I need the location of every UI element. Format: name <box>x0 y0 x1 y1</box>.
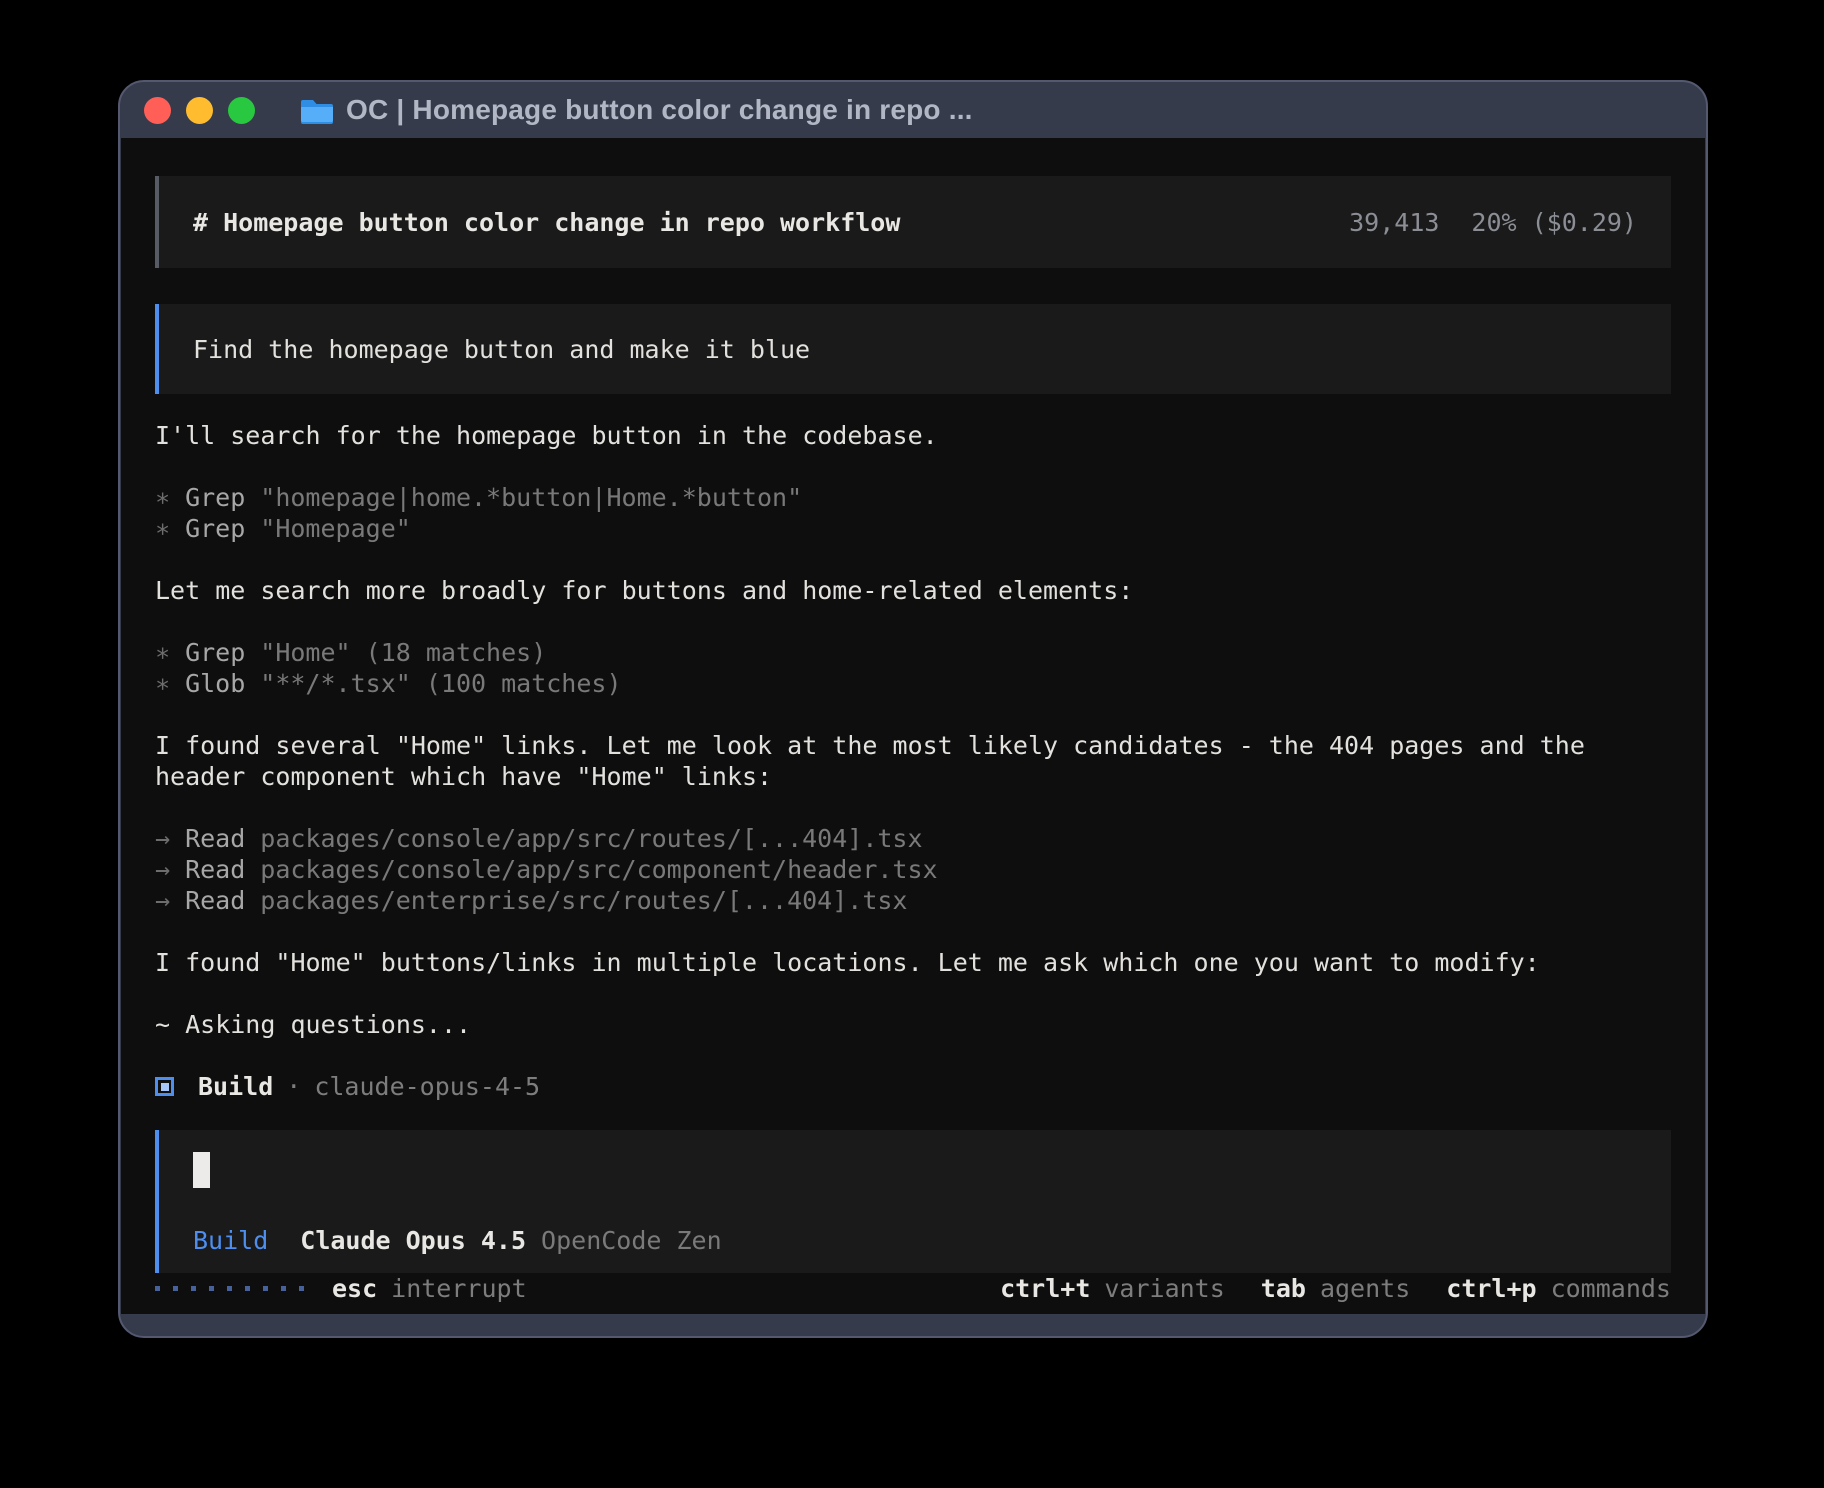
tool-call-read: → Read packages/enterprise/src/routes/[.… <box>155 885 1671 916</box>
assistant-paragraph: I'll search for the homepage button in t… <box>155 420 1671 451</box>
model-provider: OpenCode Zen <box>541 1226 722 1255</box>
token-count: 39,413 <box>1349 208 1439 237</box>
assistant-paragraph: Let me search more broadly for buttons a… <box>155 575 1671 606</box>
zoom-button[interactable] <box>228 97 255 124</box>
input-status-row: Build Claude Opus 4.5 OpenCode Zen <box>193 1226 1637 1255</box>
asterisk-icon: ∗ <box>155 482 170 513</box>
window-bottom-frame <box>120 1314 1706 1336</box>
session-stats: 39,413 20% ($0.29) <box>1349 208 1637 237</box>
asterisk-icon: ∗ <box>155 668 170 699</box>
close-button[interactable] <box>144 97 171 124</box>
hint-interrupt: esc interrupt <box>332 1273 527 1304</box>
prompt-input[interactable]: Build Claude Opus 4.5 OpenCode Zen <box>155 1130 1671 1273</box>
active-model: Claude Opus 4.5 <box>300 1226 526 1255</box>
tool-call-glob: ∗ Glob "**/*.tsx" (100 matches) <box>155 668 1671 699</box>
hint-variants: ctrl+t variants <box>1000 1273 1225 1304</box>
shortcut-bar-left: esc interrupt <box>155 1273 527 1304</box>
model-id: claude-opus-4-5 <box>314 1071 540 1102</box>
active-agent: Build <box>193 1226 268 1255</box>
agent-name: Build <box>198 1071 273 1102</box>
asterisk-icon: ∗ <box>155 637 170 668</box>
assistant-paragraph: I found "Home" buttons/links in multiple… <box>155 947 1671 978</box>
tool-call-grep: ∗ Grep "homepage|home.*button|Home.*butt… <box>155 482 1671 513</box>
assistant-status-text: ~ Asking questions... <box>155 1009 1671 1040</box>
shortcut-bar-right: ctrl+t variants tab agents ctrl+p comman… <box>1000 1273 1671 1304</box>
minimize-button[interactable] <box>186 97 213 124</box>
session-title: # Homepage button color change in repo w… <box>193 208 900 237</box>
asterisk-icon: ∗ <box>155 513 170 544</box>
tool-call-read: → Read packages/console/app/src/componen… <box>155 854 1671 885</box>
tool-call-grep: ∗ Grep "Homepage" <box>155 513 1671 544</box>
hint-agents: tab agents <box>1261 1273 1410 1304</box>
window-title: OC | Homepage button color change in rep… <box>346 94 973 126</box>
agent-status-line: Build · claude-opus-4-5 <box>155 1071 1671 1102</box>
shortcut-bar: esc interrupt ctrl+t variants tab agents… <box>155 1273 1671 1310</box>
user-message-text: Find the homepage button and make it blu… <box>193 335 810 364</box>
titlebar[interactable]: OC | Homepage button color change in rep… <box>120 82 1706 138</box>
progress-dots-icon <box>155 1286 304 1291</box>
tool-call-group: ∗ Grep "Home" (18 matches) ∗ Glob "**/*.… <box>155 637 1671 699</box>
user-message: Find the homepage button and make it blu… <box>155 304 1671 394</box>
tool-call-group: ∗ Grep "homepage|home.*button|Home.*butt… <box>155 482 1671 544</box>
arrow-right-icon: → <box>155 885 170 916</box>
terminal-window: OC | Homepage button color change in rep… <box>118 80 1708 1338</box>
assistant-paragraph: I found several "Home" links. Let me loo… <box>155 730 1671 792</box>
tool-call-group: → Read packages/console/app/src/routes/[… <box>155 823 1671 916</box>
text-cursor <box>193 1152 210 1188</box>
chat-log: I'll search for the homepage button in t… <box>155 420 1671 1130</box>
terminal-content: # Homepage button color change in repo w… <box>121 138 1705 1314</box>
arrow-right-icon: → <box>155 854 170 885</box>
tool-call-grep: ∗ Grep "Home" (18 matches) <box>155 637 1671 668</box>
tool-call-read: → Read packages/console/app/src/routes/[… <box>155 823 1671 854</box>
hint-commands: ctrl+p commands <box>1446 1273 1671 1304</box>
session-header: # Homepage button color change in repo w… <box>155 176 1671 268</box>
folder-icon <box>301 97 333 124</box>
square-dot-icon <box>155 1077 174 1096</box>
traffic-lights <box>144 97 255 124</box>
separator-dot: · <box>286 1071 301 1102</box>
context-cost: 20% ($0.29) <box>1471 208 1637 237</box>
arrow-right-icon: → <box>155 823 170 854</box>
